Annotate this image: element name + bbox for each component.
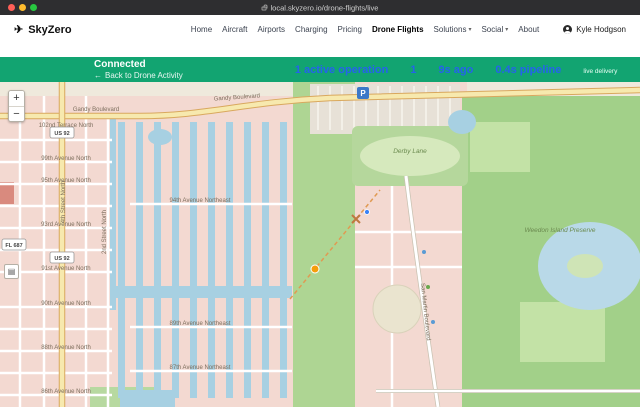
chevron-down-icon: ▾ — [505, 27, 509, 33]
address-bar[interactable]: local.skyzero.io/drone-flights/live — [261, 3, 379, 12]
nav-item-charging[interactable]: Charging — [295, 25, 327, 34]
nav-item-home[interactable]: Home — [191, 25, 212, 34]
fl687-shield: FL 687 — [5, 243, 22, 249]
map-label: 2nd Street North — [102, 210, 108, 254]
browser-chrome: local.skyzero.io/drone-flights/live — [0, 0, 640, 15]
map-label: 86th Avenue North — [41, 389, 91, 395]
zoom-control: + − — [8, 90, 25, 122]
map-layers-button[interactable]: ▤ — [4, 264, 19, 279]
chevron-down-icon: ▾ — [468, 27, 472, 33]
us92-shield: US 92 — [54, 256, 69, 262]
url-text: local.skyzero.io/drone-flights/live — [270, 3, 379, 12]
maximize-window-button[interactable] — [30, 4, 37, 11]
nav-item-social[interactable]: Social ▾ — [481, 25, 508, 34]
lock-icon — [261, 4, 268, 11]
live-metrics: 1 active operation 1 9s ago 0.4s pipelin… — [295, 64, 618, 76]
nav-item-about[interactable]: About — [518, 25, 539, 34]
map-svg: P US 92 US 92 FL 687 Gandy Boulevard Gan… — [0, 82, 640, 407]
nav-item-solutions[interactable]: Solutions ▾ — [434, 25, 472, 34]
map-label: 93rd Avenue North — [41, 222, 91, 228]
derby-lane-grounds — [352, 126, 468, 186]
back-to-drone-activity-link[interactable]: ← Back to Drone Activity — [94, 71, 183, 80]
nav-item-pricing[interactable]: Pricing — [338, 25, 362, 34]
nav-item-aircraft[interactable]: Aircraft — [222, 25, 247, 34]
us92-shield: US 92 — [54, 131, 69, 137]
queue-count-metric: 1 — [410, 63, 417, 76]
map-label: 99th Avenue North — [41, 156, 91, 162]
map-label: 102nd Terrace North — [39, 123, 94, 129]
zoom-in-button[interactable]: + — [9, 91, 24, 106]
map-label: 4th Street North — [61, 181, 67, 223]
brand-name: SkyZero — [28, 23, 72, 36]
app-header: ✈ SkyZero Home Aircraft Airports Chargin… — [0, 15, 640, 44]
map-canvas[interactable]: P US 92 US 92 FL 687 Gandy Boulevard Gan… — [0, 82, 640, 407]
zoom-out-button[interactable]: − — [9, 106, 24, 121]
parking-icon: P — [360, 89, 366, 98]
connection-status: Connected — [94, 59, 146, 71]
nav-item-airports[interactable]: Airports — [257, 25, 285, 34]
map-label: 89th Avenue Northeast — [170, 321, 231, 327]
live-delivery-label: live delivery — [583, 67, 618, 75]
map-label: 87th Avenue Northeast — [170, 365, 231, 371]
connection-block: Connected ← Back to Drone Activity — [94, 59, 183, 80]
map-label: Derby Lane — [393, 148, 427, 155]
map-label: Weedon Island Preserve — [524, 227, 595, 234]
minimize-window-button[interactable] — [19, 4, 26, 11]
map-label: Gandy Boulevard — [73, 107, 119, 113]
main-nav: Home Aircraft Airports Charging Pricing … — [191, 25, 626, 34]
lake-island — [567, 254, 603, 278]
plane-icon: ✈ — [14, 24, 24, 36]
waypoint-marker[interactable] — [364, 209, 370, 215]
pipeline-metric: 0.4s pipeline — [495, 63, 562, 76]
brand-logo[interactable]: ✈ SkyZero — [14, 23, 72, 37]
active-operations-metric: 1 active operation — [294, 63, 389, 76]
user-menu[interactable]: Kyle Hodgson — [563, 25, 626, 34]
drone-position-marker[interactable] — [310, 264, 320, 274]
map-label: 91st Avenue North — [41, 266, 90, 272]
nav-item-drone-flights[interactable]: Drone Flights — [372, 25, 424, 34]
map-label: 90th Avenue North — [41, 301, 91, 307]
map-label: 94th Avenue Northeast — [170, 198, 231, 204]
clearing-area — [372, 284, 422, 334]
last-update-metric: 9s ago — [438, 63, 474, 76]
close-window-button[interactable] — [8, 4, 15, 11]
parking-marker[interactable]: P — [357, 87, 369, 99]
status-bar: Connected ← Back to Drone Activity 1 act… — [0, 57, 640, 82]
map-label: 95th Avenue North — [41, 178, 91, 184]
header-gap — [0, 44, 640, 57]
map-label: 88th Avenue North — [41, 345, 91, 351]
user-name: Kyle Hodgson — [576, 25, 626, 34]
user-avatar-icon — [563, 25, 573, 34]
back-arrow-icon: ← — [94, 70, 102, 80]
